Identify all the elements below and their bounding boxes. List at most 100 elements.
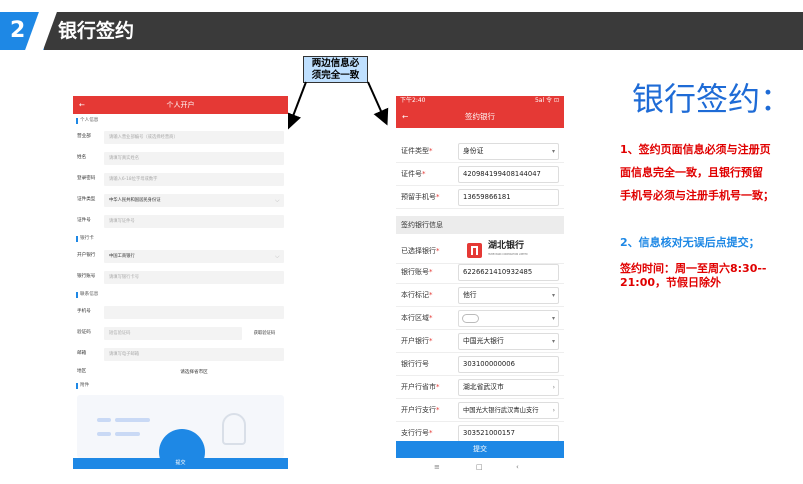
- row-label: 邮箱: [77, 351, 87, 356]
- form-row: 本行标记* 他行 ▾: [396, 284, 564, 307]
- bank-account-input[interactable]: 6226621410932485: [458, 264, 559, 281]
- arrows: [286, 81, 389, 130]
- row-label: 本行标记*: [401, 291, 433, 299]
- password-input[interactable]: 请输入6-18位字母或数字: [104, 173, 284, 186]
- form-row: 地区 请选择省市区: [73, 363, 288, 381]
- section-personal: 个人信息: [75, 116, 286, 126]
- id-number-field[interactable]: 420984199408144047: [458, 166, 559, 183]
- row-label: 验证码: [77, 330, 91, 335]
- placeholder-line: [115, 418, 150, 422]
- form-row: 开户行支行* 中国光大银行武汉青山支行 ›: [396, 399, 564, 422]
- id-type-select[interactable]: 身份证 ▾: [458, 143, 559, 160]
- note-line-1: 两边信息必: [311, 58, 360, 69]
- slide: 2 银行签约 两边信息必 须完全一致 ← 个人开户 个人信息 营业部 请输入营业部…: [0, 0, 803, 484]
- form-row: 银行账号* 6226621410932485: [396, 261, 564, 284]
- submit-button[interactable]: 提交: [396, 441, 564, 458]
- branch-code-field[interactable]: 303521000157: [458, 425, 559, 442]
- bank-code-field[interactable]: 303100000006: [458, 356, 559, 373]
- row-label: 营业部: [77, 134, 91, 139]
- form-row: 邮箱 请填写电子邮箱: [73, 345, 288, 363]
- explain-line: 面信息完全一致，且银行预留: [620, 166, 763, 179]
- dropdown-icon: ▾: [551, 292, 555, 299]
- bank-signing-screen: 下午2:40 5al 令 ⊡ ← 签约银行 证件类型* 身份证 ▾ 证件号* 4209…: [396, 96, 564, 477]
- region-select[interactable]: 请选择省市区: [104, 366, 284, 379]
- explain-line: 手机号必须与注册手机号一致；: [620, 189, 774, 202]
- row-label: 银行账号: [77, 274, 96, 279]
- row-label: 开户行省市*: [401, 383, 440, 391]
- submit-button[interactable]: 提交: [73, 458, 288, 469]
- screen-title: 签约银行: [465, 112, 495, 121]
- sms-code-input[interactable]: 短信验证码: [104, 327, 242, 340]
- get-code-button[interactable]: 获取验证码: [245, 327, 284, 340]
- back-nav-icon[interactable]: ‹: [516, 463, 519, 471]
- row-label: 银行账号*: [401, 268, 433, 276]
- explain-point-3: 签约时间：周一至周六8:30-- 21:00，节假日除外: [620, 262, 767, 290]
- row-label: 证件类型: [77, 197, 96, 202]
- reserved-phone-field[interactable]: 13659866181: [458, 189, 559, 206]
- person-silhouette-icon: [222, 413, 246, 445]
- id-type-select[interactable]: 中华人民共和国居民身份证: [104, 194, 284, 207]
- form-row: 姓名 请填写真实姓名: [73, 149, 288, 167]
- bank-region-select[interactable]: ▾: [458, 310, 559, 327]
- id-upload-card[interactable]: [77, 395, 284, 469]
- dropdown-icon: ▾: [551, 148, 555, 155]
- form-row: 营业部 请输入营业部编号（或选择经营商）: [73, 128, 288, 146]
- form-row: 开户银行 中国工商银行 ⌵: [73, 247, 288, 265]
- account-input[interactable]: 请填写银行卡号: [104, 271, 284, 284]
- toggle-icon: [462, 314, 479, 323]
- name-input[interactable]: 请填写真实姓名: [104, 152, 284, 165]
- account-opening-screen: ← 个人开户 个人信息 营业部 请输入营业部编号（或选择经营商） 姓名 请填写真实姓…: [73, 96, 288, 469]
- section-signing-bank: 签约银行信息: [396, 216, 564, 234]
- bank-flag-select[interactable]: 他行 ▾: [458, 287, 559, 304]
- explain-point-1: 1、签约页面信息必须与注册页 面信息完全一致，且银行预留 手机号必须与注册手机号…: [620, 138, 774, 207]
- form-row: 证件号* 420984199408144047: [396, 163, 564, 186]
- row-label: 预留手机号*: [401, 193, 440, 201]
- form-row: 证件号 请填写证件号: [73, 212, 288, 230]
- row-label: 开户银行: [77, 253, 96, 258]
- bank-logo-subtext: HUBEI BANK CORPORATION LIMITED: [488, 253, 528, 256]
- form-row: 登录密码 请输入6-18位字母或数字: [73, 170, 288, 188]
- branch-select[interactable]: 中国光大银行武汉青山支行 ›: [458, 402, 559, 419]
- form-row: 手机号: [73, 303, 288, 321]
- form-row: 验证码 短信验证码 获取验证码: [73, 324, 288, 342]
- row-label: 证件号*: [401, 170, 426, 178]
- opening-bank-select[interactable]: 中国光大银行 ▾: [458, 333, 559, 350]
- explain-line: 21:00，节假日除外: [620, 276, 722, 289]
- row-label: 地区: [77, 369, 87, 374]
- bank-select[interactable]: 中国工商银行: [104, 250, 284, 263]
- form-row: 开户银行* 中国光大银行 ▾: [396, 330, 564, 353]
- explain-point-2: 2、信息核对无误后点提交；: [620, 236, 760, 249]
- bank-province-select[interactable]: 湖北省武汉市 ›: [458, 379, 559, 396]
- section-contact: 联系信息: [75, 290, 286, 300]
- section-bank: 银行卡: [75, 234, 286, 244]
- id-number-input[interactable]: 请填写证件号: [104, 215, 284, 228]
- form-row: 证件类型* 身份证 ▾: [396, 140, 564, 163]
- placeholder-line: [97, 418, 111, 422]
- status-icons: 5al 令 ⊡: [534, 97, 559, 104]
- phone-input[interactable]: [104, 306, 284, 319]
- form-row: 银行账号 请填写银行卡号: [73, 268, 288, 286]
- email-input[interactable]: 请填写电子邮箱: [104, 348, 284, 361]
- placeholder-line: [115, 432, 140, 436]
- menu-icon[interactable]: ≡: [434, 463, 440, 471]
- row-label: 开户银行*: [401, 337, 433, 345]
- app-bar: ← 个人开户: [73, 96, 288, 114]
- chevron-right-icon: ›: [552, 407, 555, 414]
- branch-input[interactable]: 请输入营业部编号（或选择经营商）: [104, 131, 284, 144]
- form-row: 开户行省市* 湖北省武汉市 ›: [396, 376, 564, 399]
- status-bar: 下午2:40 5al 令 ⊡: [396, 96, 564, 106]
- explain-line: 签约时间：周一至周六8:30--: [620, 262, 767, 275]
- bank-logo-text: 湖北银行: [488, 241, 525, 251]
- home-icon[interactable]: □: [476, 463, 483, 471]
- explain-title: 银行签约：: [632, 80, 793, 118]
- row-label: 证件号: [77, 218, 91, 223]
- row-label: 手机号: [77, 309, 91, 314]
- app-bar: ← 签约银行: [396, 106, 564, 128]
- form-row: 银行行号 303100000006: [396, 353, 564, 376]
- explain-line: 1、签约页面信息必须与注册页: [620, 143, 771, 156]
- dropdown-icon: ▾: [551, 338, 555, 345]
- section-attachments: 附件: [75, 381, 286, 391]
- placeholder-line: [97, 432, 111, 436]
- right-arrow: [367, 81, 389, 126]
- row-label: 证件类型*: [401, 147, 433, 155]
